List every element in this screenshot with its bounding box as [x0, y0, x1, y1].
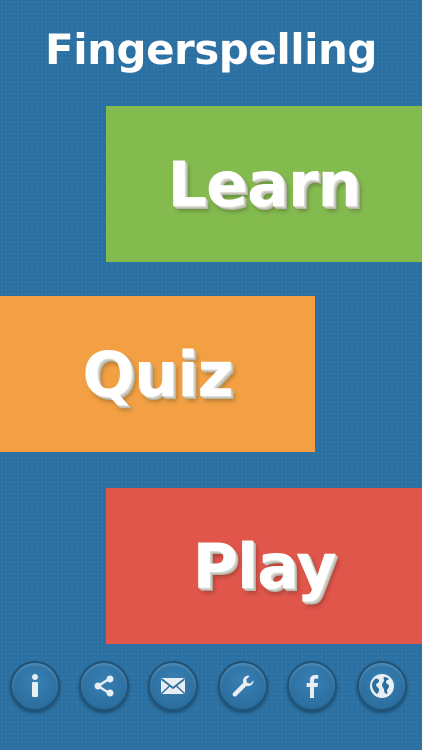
share-button[interactable]: [79, 661, 129, 711]
facebook-icon: [306, 675, 319, 698]
facebook-button[interactable]: [287, 661, 337, 711]
globe-icon: [370, 674, 394, 698]
settings-button[interactable]: [218, 661, 268, 711]
share-icon: [94, 675, 114, 697]
mail-icon: [160, 678, 186, 695]
quiz-button[interactable]: Quiz: [0, 296, 315, 452]
info-icon: [32, 674, 38, 697]
wrench-icon: [232, 675, 254, 697]
learn-button-label: Learn: [167, 147, 361, 221]
play-button-label: Play: [192, 529, 336, 603]
play-button[interactable]: Play: [106, 488, 422, 644]
bottom-toolbar: [0, 661, 422, 713]
app-title: Fingerspelling: [45, 25, 377, 74]
info-button[interactable]: [10, 661, 60, 711]
mail-button[interactable]: [148, 661, 198, 711]
quiz-button-label: Quiz: [82, 337, 233, 411]
learn-button[interactable]: Learn: [106, 106, 422, 262]
website-button[interactable]: [357, 661, 407, 711]
